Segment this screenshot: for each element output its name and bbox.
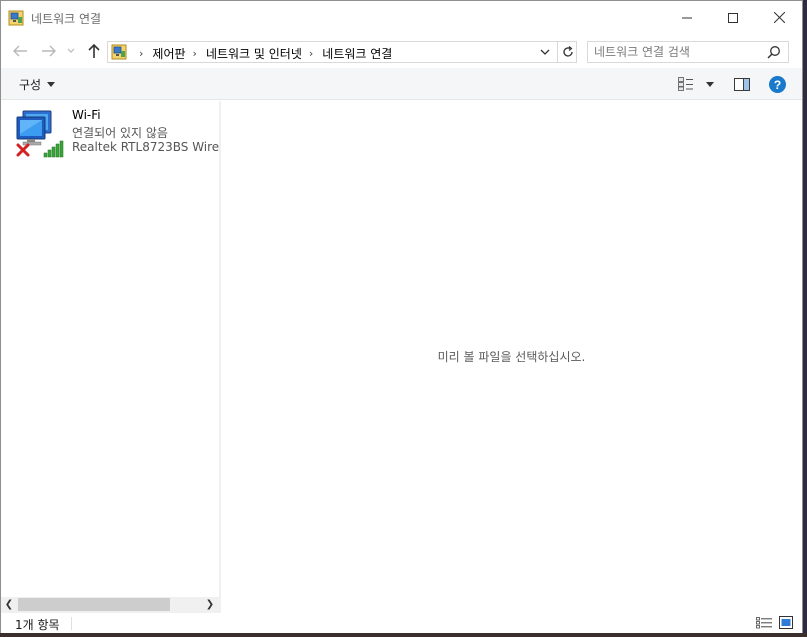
scrollbar-thumb[interactable] xyxy=(18,598,170,611)
network-connections-icon xyxy=(111,44,127,60)
back-button[interactable] xyxy=(11,42,29,60)
scroll-right-icon[interactable]: ❯ xyxy=(204,599,216,611)
details-view-icon[interactable] xyxy=(756,617,772,629)
dropdown-icon[interactable] xyxy=(538,45,552,59)
item-count: 1개 항목 xyxy=(15,618,60,632)
help-icon: ? xyxy=(773,77,782,92)
navigation-bar: › 제어판 › 네트워크 및 인터넷 › 네트워크 연결 xyxy=(1,34,802,68)
change-view-button[interactable] xyxy=(678,77,714,91)
help-button[interactable]: ? xyxy=(769,76,786,93)
preview-pane-icon[interactable] xyxy=(734,78,750,91)
minimize-button[interactable] xyxy=(664,1,710,34)
address-bar[interactable]: › 제어판 › 네트워크 및 인터넷 › 네트워크 연결 xyxy=(107,41,577,63)
search-input[interactable] xyxy=(594,44,759,60)
window-title: 네트워크 연결 xyxy=(31,12,102,26)
breadcrumb: › 제어판 › 네트워크 및 인터넷 › 네트워크 연결 xyxy=(132,45,392,62)
breadcrumb-separator-icon[interactable]: › xyxy=(309,47,313,60)
desktop-background xyxy=(803,0,807,637)
status-separator xyxy=(71,617,72,630)
organize-button[interactable]: 구성 xyxy=(19,76,56,93)
network-connections-icon xyxy=(8,10,24,26)
large-icons-view-icon[interactable] xyxy=(779,616,793,629)
command-bar: 구성 ? xyxy=(1,68,802,100)
scroll-left-icon[interactable]: ❮ xyxy=(3,599,15,611)
chevron-down-icon xyxy=(706,81,714,87)
chevron-down-icon xyxy=(47,82,56,87)
preview-pane: 미리 볼 파일을 선택하십시오. xyxy=(221,101,802,613)
taskbar-edge xyxy=(0,633,807,637)
file-list: Wi-Fi 연결되어 있지 않음 Realtek RTL8723BS Wirel… xyxy=(1,101,219,598)
minimize-icon xyxy=(682,17,692,18)
breadcrumb-network-internet[interactable]: 네트워크 및 인터넷 xyxy=(206,45,302,62)
search-icon[interactable] xyxy=(767,45,781,59)
breadcrumb-separator-icon[interactable]: › xyxy=(193,47,197,60)
item-device: Realtek RTL8723BS Wireless xyxy=(72,140,219,154)
recent-locations-icon xyxy=(67,48,75,53)
item-status: 연결되어 있지 않음 xyxy=(72,126,168,140)
title-bar[interactable]: 네트워크 연결 xyxy=(1,1,802,34)
close-button[interactable] xyxy=(756,1,802,34)
status-bar: 1개 항목 xyxy=(1,613,802,633)
maximize-icon xyxy=(728,12,738,23)
back-arrow-icon xyxy=(13,45,27,57)
item-name: Wi-Fi xyxy=(72,108,101,122)
change-view-icon xyxy=(678,77,693,91)
up-button[interactable] xyxy=(85,42,103,60)
breadcrumb-network-connections[interactable]: 네트워크 연결 xyxy=(322,45,392,62)
organize-label: 구성 xyxy=(19,78,42,92)
refresh-icon xyxy=(562,46,573,57)
forward-button[interactable] xyxy=(40,42,58,60)
breadcrumb-separator-icon[interactable]: › xyxy=(139,47,143,60)
forward-arrow-icon xyxy=(42,45,56,57)
refresh-button[interactable] xyxy=(557,42,577,62)
horizontal-scrollbar[interactable]: ❮ ❯ xyxy=(1,597,219,613)
preview-message: 미리 볼 파일을 선택하십시오. xyxy=(437,350,586,364)
breadcrumb-control-panel[interactable]: 제어판 xyxy=(152,45,185,62)
wifi-adapter-icon xyxy=(16,110,64,158)
list-item-wifi[interactable]: Wi-Fi 연결되어 있지 않음 Realtek RTL8723BS Wirel… xyxy=(15,107,219,158)
up-arrow-icon xyxy=(88,43,100,58)
maximize-button[interactable] xyxy=(710,1,756,34)
close-icon xyxy=(773,12,785,23)
explorer-window: 네트워크 연결 › 제어판 › 네트워크 및 인터넷 › 네트워크 연결 네트워… xyxy=(0,0,803,633)
search-box xyxy=(587,41,789,63)
recent-locations-button[interactable] xyxy=(66,42,76,60)
